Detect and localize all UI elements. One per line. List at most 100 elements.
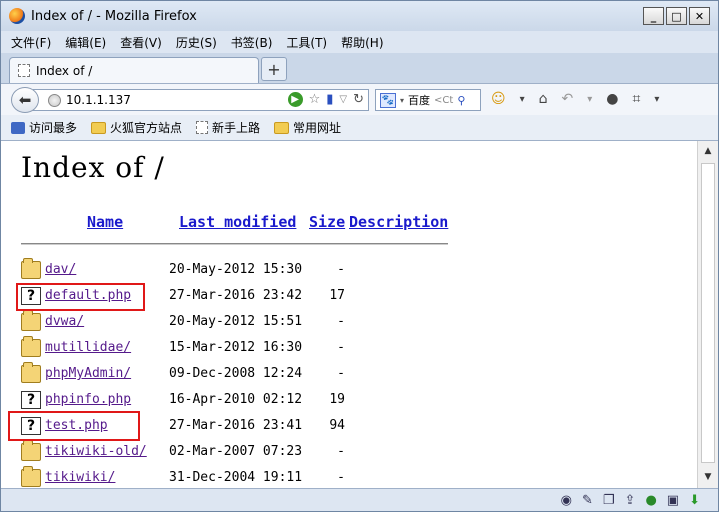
entry-size: -	[337, 262, 345, 277]
menu-dropdown-icon[interactable]: ▾	[654, 94, 659, 105]
column-header-size[interactable]: Size	[309, 213, 345, 231]
crop-icon[interactable]: ⌗	[633, 91, 641, 107]
folder-icon	[21, 440, 41, 461]
bookmark-common-sites[interactable]: 常用网址	[274, 119, 341, 136]
close-button[interactable]: ✕	[689, 7, 710, 25]
reload-icon[interactable]: ↻	[353, 92, 364, 107]
entry-link[interactable]: dvwa/	[45, 314, 84, 329]
highlight-box-default-php	[16, 283, 145, 311]
toolbar-dropdown-icon-2[interactable]: ▾	[587, 94, 592, 105]
navigation-bar: 10.1.1.137 ▶ ☆ ▮ ▽ ↻ ⬅ 🐾 ▾ 百度 <Ct ⚲ ☺ ▾ …	[1, 83, 718, 115]
brush-icon[interactable]: ✎	[582, 493, 593, 508]
home-icon[interactable]: ⌂	[539, 91, 548, 107]
column-header-name[interactable]: Name	[87, 213, 123, 231]
scroll-down-icon[interactable]: ▼	[700, 469, 716, 485]
entry-modified: 09-Dec-2008 12:24	[169, 366, 303, 381]
entry-link[interactable]: tikiwiki-old/	[45, 444, 147, 459]
column-header-description[interactable]: Description	[349, 213, 448, 231]
bookmark-label: 常用网址	[293, 121, 342, 135]
chat-icon[interactable]: ●	[606, 91, 618, 107]
screenshot-icon[interactable]: ▣	[667, 493, 679, 508]
vertical-scrollbar[interactable]: ▲ ▼	[697, 141, 718, 488]
phone-icon[interactable]: ▮	[326, 92, 333, 107]
title-bar: Index of / - Mozilla Firefox _ □ ✕	[1, 1, 718, 31]
bookmark-firefox-site[interactable]: 火狐官方站点	[91, 119, 182, 136]
bookmark-most-visited[interactable]: 访问最多	[11, 119, 77, 136]
scroll-up-icon[interactable]: ▲	[700, 143, 716, 159]
maximize-button[interactable]: □	[666, 7, 687, 25]
entry-modified: 16-Apr-2010 02:12	[169, 392, 303, 407]
entry-link[interactable]: tikiwiki/	[45, 470, 115, 485]
entry-modified: 31-Dec-2004 19:11	[169, 470, 303, 485]
folder-icon	[274, 121, 290, 134]
browser-window: Index of / - Mozilla Firefox _ □ ✕ 文件(F)…	[0, 0, 719, 512]
toolbar-icons: ☺ ▾ ⌂ ↶ ▾ ● ⌗ ▾	[491, 91, 659, 107]
entry-size: 17	[329, 288, 345, 303]
status-bar: ◉ ✎ ❐ ⇪ ● ▣ ⬇	[1, 488, 718, 511]
entry-link[interactable]: mutillidae/	[45, 340, 131, 355]
globe-status-icon[interactable]: ●	[645, 493, 656, 508]
dropdown-icon[interactable]: ▽	[339, 94, 347, 105]
page-title: Index of /	[21, 151, 165, 184]
search-box[interactable]: 🐾 ▾ 百度 <Ct ⚲	[375, 89, 481, 111]
menu-help[interactable]: 帮助(H)	[341, 34, 383, 51]
minimize-button[interactable]: _	[643, 7, 664, 25]
entry-link[interactable]: phpMyAdmin/	[45, 366, 131, 381]
list-item: phpMyAdmin/ 09-Dec-2008 12:24 -	[21, 362, 441, 385]
menu-tools[interactable]: 工具(T)	[286, 34, 327, 51]
entry-link[interactable]: phpinfo.php	[45, 392, 131, 407]
folder-icon	[21, 336, 41, 357]
new-tab-button[interactable]: +	[261, 57, 287, 81]
folder-icon	[21, 466, 41, 487]
share-icon[interactable]: ⇪	[625, 493, 636, 508]
status-icons: ◉ ✎ ❐ ⇪ ● ▣ ⬇	[561, 493, 700, 508]
menu-view[interactable]: 查看(V)	[120, 34, 162, 51]
toolbar-dropdown-icon[interactable]: ▾	[520, 94, 525, 105]
folder-icon	[21, 258, 41, 279]
entry-size: 94	[329, 418, 345, 433]
undo-icon[interactable]: ↶	[562, 91, 574, 107]
smiley-icon[interactable]: ☺	[491, 91, 506, 107]
search-icon[interactable]: ⚲	[457, 94, 465, 107]
list-item: dvwa/ 20-May-2012 15:51 -	[21, 310, 441, 333]
mask-icon[interactable]: ◉	[561, 493, 572, 508]
bookmark-getting-started[interactable]: 新手上路	[196, 119, 260, 136]
entry-modified: 02-Mar-2007 07:23	[169, 444, 303, 459]
entry-modified: 15-Mar-2012 16:30	[169, 340, 303, 355]
search-engine-dropdown-icon[interactable]: ▾	[400, 96, 404, 105]
highlight-box-test-php	[8, 411, 140, 441]
bookmark-label: 火狐官方站点	[110, 121, 183, 135]
page-content: Index of / Name Last modified Size Descr…	[1, 141, 697, 488]
entry-modified: 20-May-2012 15:30	[169, 262, 303, 277]
folder-icon	[21, 362, 41, 383]
download-icon[interactable]: ⬇	[689, 493, 700, 508]
windows-icon[interactable]: ❐	[603, 493, 615, 508]
menu-bar: 文件(F) 编辑(E) 查看(V) 历史(S) 书签(B) 工具(T) 帮助(H…	[1, 31, 718, 53]
entry-link[interactable]: dav/	[45, 262, 76, 277]
list-item: ? phpinfo.php 16-Apr-2010 02:12 19	[21, 389, 441, 411]
entry-size: -	[337, 340, 345, 355]
list-item: mutillidae/ 15-Mar-2012 16:30 -	[21, 336, 441, 359]
entry-modified: 20-May-2012 15:51	[169, 314, 303, 329]
menu-history[interactable]: 历史(S)	[176, 34, 217, 51]
column-header-modified[interactable]: Last modified	[179, 213, 296, 231]
folder-icon	[21, 310, 41, 331]
search-placeholder: <Ct	[434, 94, 454, 106]
go-icon[interactable]: ▶	[287, 92, 303, 107]
url-bar[interactable]: 10.1.1.137 ▶ ☆ ▮ ▽ ↻	[33, 89, 369, 111]
back-button[interactable]: ⬅	[11, 87, 39, 113]
menu-file[interactable]: 文件(F)	[11, 34, 51, 51]
window-controls: _ □ ✕	[643, 7, 710, 25]
tab-index[interactable]: Index of /	[9, 57, 259, 83]
menu-edit[interactable]: 编辑(E)	[65, 34, 106, 51]
url-actions: ▶ ☆ ▮ ▽ ↻	[287, 92, 364, 107]
menu-bookmarks[interactable]: 书签(B)	[231, 34, 273, 51]
baidu-paw-icon[interactable]: 🐾	[380, 92, 396, 108]
entry-modified: 27-Mar-2016 23:42	[169, 288, 303, 303]
list-item: dav/ 20-May-2012 15:30 -	[21, 258, 441, 281]
globe-icon	[48, 93, 61, 107]
scroll-thumb[interactable]	[701, 163, 715, 463]
entry-modified: 27-Mar-2016 23:41	[169, 418, 303, 433]
star-icon[interactable]: ☆	[309, 92, 321, 107]
entry-size: -	[337, 470, 345, 485]
